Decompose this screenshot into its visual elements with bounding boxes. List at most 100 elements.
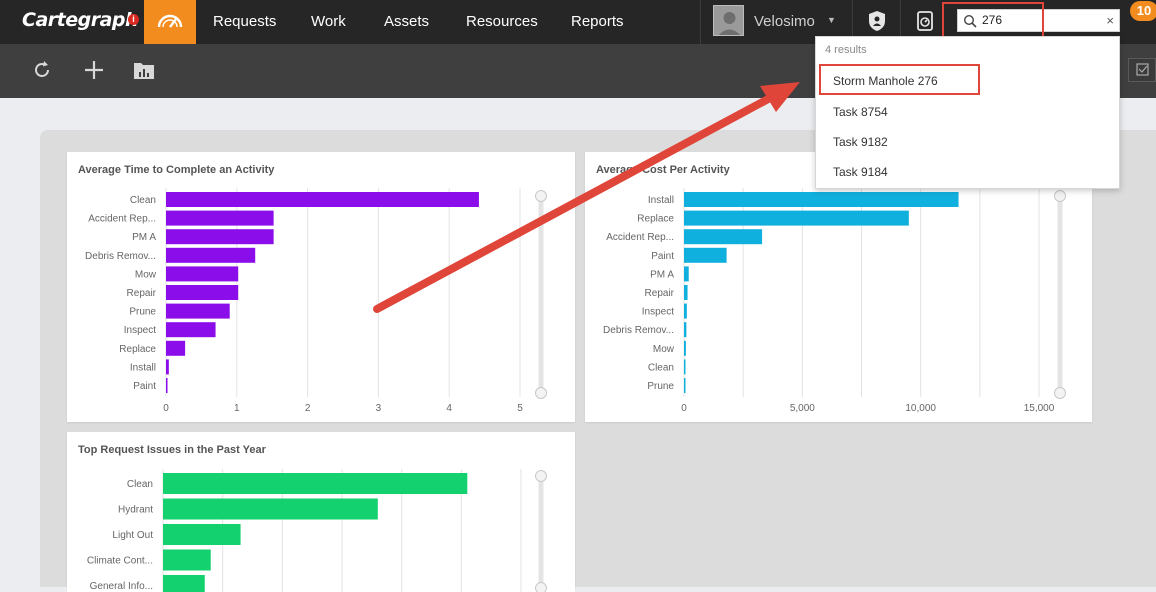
bar[interactable]	[684, 378, 686, 393]
bar[interactable]	[684, 322, 686, 337]
bar[interactable]	[166, 285, 238, 300]
bar-chart: CleanAccident Rep...PM ADebris Remov...M…	[67, 152, 575, 422]
search-highlight-box	[942, 2, 1044, 38]
bar[interactable]	[684, 359, 686, 374]
checkbox-icon	[1129, 59, 1155, 81]
info-badge[interactable]: i	[128, 14, 139, 25]
stopwatch-icon[interactable]	[913, 9, 937, 33]
search-results-dropdown: 4 results Storm Manhole 276 Task 8754 Ta…	[815, 36, 1120, 189]
category-label: Accident Rep...	[606, 232, 674, 243]
result-item[interactable]: Task 9182	[833, 135, 888, 149]
category-label: Inspect	[124, 325, 156, 336]
dashboard-home-button[interactable]	[144, 0, 196, 44]
tick-label: 1	[234, 403, 240, 414]
tick-label: 5,000	[790, 403, 815, 414]
tick-label: 0	[163, 403, 169, 414]
bar[interactable]	[684, 304, 687, 319]
chart-card-top-requests: Top Request Issues in the Past Year Clea…	[67, 432, 575, 592]
bar[interactable]	[684, 248, 727, 263]
zoom-handle[interactable]	[536, 583, 547, 592]
bar[interactable]	[163, 524, 241, 545]
tick-label: 5	[517, 403, 523, 414]
nav-requests[interactable]: Requests	[213, 13, 276, 30]
zoom-handle[interactable]	[1055, 191, 1066, 202]
nav-resources[interactable]: Resources	[466, 13, 538, 30]
refresh-icon[interactable]	[30, 58, 54, 82]
avatar[interactable]	[713, 5, 744, 36]
bar[interactable]	[166, 248, 255, 263]
bar[interactable]	[166, 266, 238, 281]
plus-icon[interactable]	[82, 58, 106, 82]
tick-label: 3	[376, 403, 382, 414]
bar[interactable]	[163, 499, 378, 520]
speedometer-icon	[144, 0, 196, 44]
bar[interactable]	[163, 575, 205, 592]
category-label: Accident Rep...	[88, 214, 156, 225]
category-label: PM A	[132, 232, 156, 243]
tick-label: 15,000	[1024, 403, 1055, 414]
bar[interactable]	[684, 266, 689, 281]
user-name[interactable]: Velosimo	[754, 13, 815, 30]
close-icon[interactable]: ×	[1106, 13, 1114, 28]
tick-label: 0	[681, 403, 687, 414]
category-label: Clean	[648, 362, 674, 373]
zoom-handle[interactable]	[536, 471, 547, 482]
bar[interactable]	[166, 359, 169, 374]
bar[interactable]	[166, 211, 274, 226]
chart-card-avg-time: Average Time to Complete an Activity Cle…	[67, 152, 575, 422]
checklist-button[interactable]	[1128, 58, 1156, 82]
category-label: Install	[130, 362, 156, 373]
category-label: Light Out	[112, 530, 153, 541]
divider	[700, 0, 701, 44]
result-item[interactable]: Task 9184	[833, 165, 888, 179]
shield-icon[interactable]	[865, 9, 889, 33]
tick-label: 10,000	[905, 403, 936, 414]
category-label: Replace	[119, 344, 156, 355]
bar[interactable]	[684, 285, 688, 300]
bar[interactable]	[163, 550, 211, 571]
user-silhouette-icon	[714, 6, 744, 36]
bar[interactable]	[166, 341, 185, 356]
results-count: 4 results	[825, 44, 867, 56]
nav-work[interactable]: Work	[311, 13, 346, 30]
category-label: Hydrant	[118, 505, 153, 516]
app-logo[interactable]: Cartegraph	[22, 9, 138, 31]
category-label: Mow	[653, 344, 675, 355]
category-label: Inspect	[642, 307, 674, 318]
chart-folder-icon[interactable]	[132, 58, 156, 82]
chart-card-avg-cost: Average Cost Per Activity InstallReplace…	[585, 152, 1092, 422]
zoom-handle[interactable]	[536, 191, 547, 202]
bar[interactable]	[684, 192, 959, 207]
bar[interactable]	[166, 304, 230, 319]
bar[interactable]	[163, 473, 467, 494]
bar[interactable]	[166, 378, 168, 393]
zoom-handle[interactable]	[536, 388, 547, 399]
notification-badge[interactable]: 10	[1130, 1, 1156, 21]
zoom-handle[interactable]	[1055, 388, 1066, 399]
nav-assets[interactable]: Assets	[384, 13, 429, 30]
result-item[interactable]: Task 8754	[833, 105, 888, 119]
bar[interactable]	[166, 229, 274, 244]
category-label: Replace	[637, 214, 674, 225]
category-label: Paint	[133, 381, 156, 392]
chevron-down-icon[interactable]: ▼	[827, 15, 836, 25]
zoom-scrollbar[interactable]	[1058, 192, 1063, 397]
bar[interactable]	[166, 322, 216, 337]
zoom-scrollbar[interactable]	[539, 192, 544, 397]
category-label: Debris Remov...	[603, 325, 674, 336]
category-label: Debris Remov...	[85, 251, 156, 262]
category-label: Climate Cont...	[87, 556, 153, 567]
category-label: Paint	[651, 251, 674, 262]
bar[interactable]	[684, 341, 686, 356]
bar[interactable]	[684, 229, 762, 244]
zoom-scrollbar[interactable]	[539, 472, 544, 592]
category-label: Prune	[129, 307, 156, 318]
category-label: Clean	[127, 479, 153, 490]
nav-reports[interactable]: Reports	[571, 13, 624, 30]
category-label: PM A	[650, 269, 674, 280]
bar[interactable]	[166, 192, 479, 207]
tick-label: 2	[305, 403, 311, 414]
bar-chart: CleanHydrantLight OutClimate Cont...Gene…	[67, 432, 575, 592]
category-label: Clean	[130, 195, 156, 206]
bar[interactable]	[684, 211, 909, 226]
